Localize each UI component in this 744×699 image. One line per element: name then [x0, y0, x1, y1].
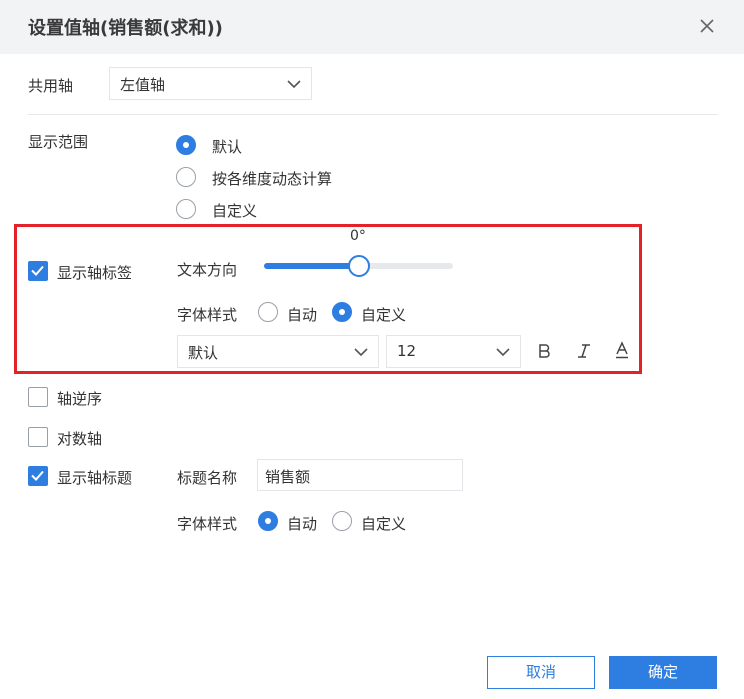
- axis-title-name-input[interactable]: 销售额: [257, 459, 463, 491]
- axis-label-font-style-label: 字体样式: [177, 306, 238, 324]
- axis-label-font-auto-radio[interactable]: [258, 302, 278, 322]
- axis-title-font-custom-label[interactable]: 自定义: [361, 513, 406, 534]
- text-direction-value: 0°: [350, 228, 366, 244]
- font-family-select[interactable]: 默认: [177, 335, 379, 368]
- axis-label-font-custom-radio[interactable]: [332, 302, 352, 322]
- font-family-value: 默认: [188, 344, 219, 362]
- display-range-dynamic-radio[interactable]: [176, 167, 196, 187]
- axis-title-font-custom-radio[interactable]: [332, 511, 352, 531]
- dialog-title: 设置值轴(销售额(求和)): [28, 18, 223, 39]
- shared-axis-value: 左值轴: [120, 76, 166, 94]
- display-range-label: 显示范围: [28, 133, 89, 151]
- show-axis-title-text: 显示轴标题: [57, 469, 133, 487]
- divider: [28, 114, 718, 115]
- display-range-default-radio[interactable]: [176, 135, 196, 155]
- text-direction-slider-handle[interactable]: [348, 255, 370, 277]
- font-size-select[interactable]: 12: [386, 335, 521, 368]
- show-axis-label-text: 显示轴标签: [57, 264, 133, 282]
- display-range-option-dynamic[interactable]: 按各维度动态计算: [212, 168, 332, 189]
- italic-icon[interactable]: [576, 343, 592, 359]
- display-range-custom-radio[interactable]: [176, 199, 196, 219]
- show-axis-label-checkbox[interactable]: [28, 261, 48, 281]
- display-range-option-custom[interactable]: 自定义: [212, 200, 257, 221]
- axis-title-name-label: 标题名称: [177, 469, 238, 487]
- checkmark-icon: [31, 470, 44, 481]
- axis-title-font-style-label: 字体样式: [177, 515, 238, 533]
- font-size-value: 12: [397, 342, 417, 360]
- log-axis-checkbox[interactable]: [28, 427, 48, 447]
- text-direction-slider-fill: [264, 263, 359, 269]
- display-range-option-default[interactable]: 默认: [212, 136, 242, 157]
- bold-icon[interactable]: [536, 343, 552, 359]
- shared-axis-label: 共用轴: [28, 77, 74, 95]
- chevron-down-icon: [354, 348, 368, 357]
- axis-label-font-auto-label[interactable]: 自动: [287, 304, 317, 325]
- close-icon[interactable]: [696, 15, 718, 37]
- reverse-axis-checkbox[interactable]: [28, 387, 48, 407]
- confirm-button[interactable]: 确定: [609, 656, 717, 689]
- show-axis-title-checkbox[interactable]: [28, 466, 48, 486]
- reverse-axis-label: 轴逆序: [57, 390, 103, 408]
- text-direction-label: 文本方向: [177, 261, 238, 279]
- chevron-down-icon: [496, 348, 510, 357]
- checkmark-icon: [31, 265, 44, 276]
- axis-label-font-custom-label[interactable]: 自定义: [361, 304, 406, 325]
- shared-axis-select[interactable]: 左值轴: [109, 67, 312, 100]
- axis-title-font-auto-radio[interactable]: [258, 511, 278, 531]
- chevron-down-icon: [287, 80, 301, 89]
- axis-title-name-value: 销售额: [265, 468, 311, 486]
- underline-icon[interactable]: [614, 341, 630, 359]
- axis-title-font-auto-label[interactable]: 自动: [287, 513, 317, 534]
- cancel-button[interactable]: 取消: [487, 656, 595, 689]
- log-axis-label: 对数轴: [57, 430, 103, 448]
